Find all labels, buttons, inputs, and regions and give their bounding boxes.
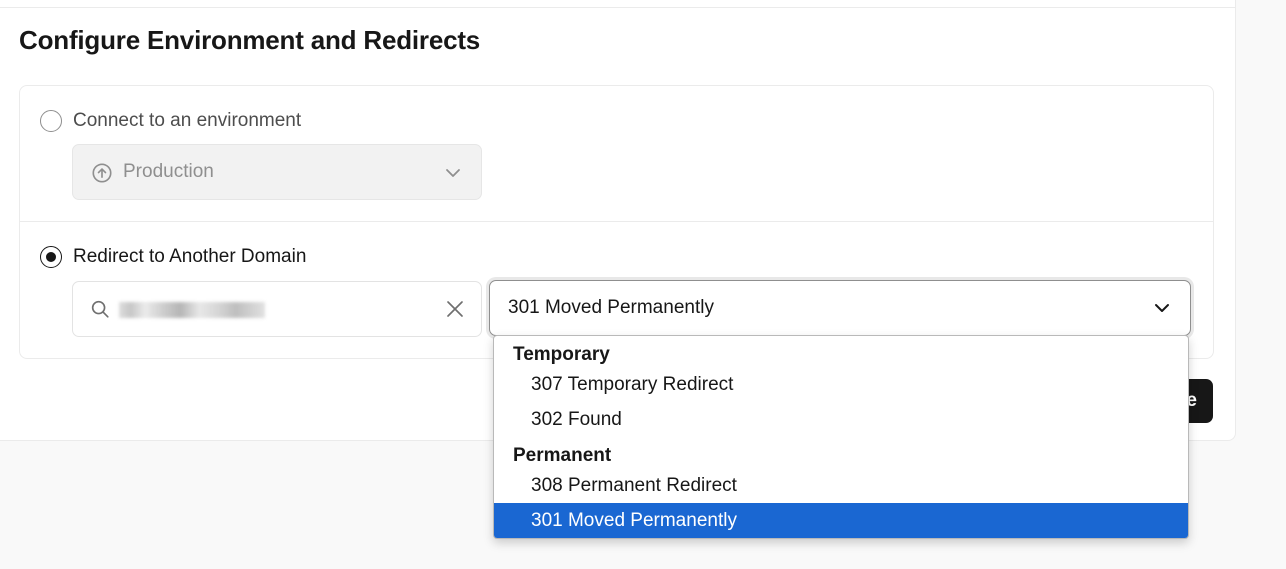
page: Configure Environment and Redirects Conn… <box>0 0 1286 569</box>
listbox-group-temporary: Temporary <box>513 344 610 365</box>
redirect-status-select-value: 301 Moved Permanently <box>508 297 714 318</box>
obscured-domain-text <box>119 302 265 318</box>
environment-select-value: Production <box>123 161 214 182</box>
chevron-down-icon <box>446 169 460 177</box>
chevron-down-icon <box>1155 304 1169 312</box>
listbox-option-301[interactable]: 301 Moved Permanently <box>494 503 1188 538</box>
listbox-group-permanent: Permanent <box>513 445 612 466</box>
arrow-up-circle-icon <box>92 163 112 183</box>
divider <box>0 7 1235 8</box>
close-icon[interactable] <box>445 299 465 319</box>
environment-select[interactable]: Production <box>72 144 482 200</box>
section-title: Configure Environment and Redirects <box>19 25 481 55</box>
environment-radio[interactable] <box>40 110 62 132</box>
redirect-domain-input[interactable] <box>72 281 482 337</box>
listbox-option-302[interactable]: 302 Found <box>494 402 1188 437</box>
environment-radio-label[interactable]: Connect to an environment <box>73 110 301 132</box>
listbox-option-308[interactable]: 308 Permanent Redirect <box>494 468 1188 503</box>
redirect-radio-label[interactable]: Redirect to Another Domain <box>73 246 306 268</box>
redirect-status-select[interactable]: 301 Moved Permanently <box>489 280 1191 336</box>
option-divider <box>20 221 1213 222</box>
search-icon <box>91 300 109 318</box>
redirect-radio[interactable] <box>40 246 62 268</box>
redirect-status-listbox[interactable]: Temporary 307 Temporary Redirect 302 Fou… <box>493 335 1189 539</box>
listbox-option-307[interactable]: 307 Temporary Redirect <box>494 367 1188 402</box>
